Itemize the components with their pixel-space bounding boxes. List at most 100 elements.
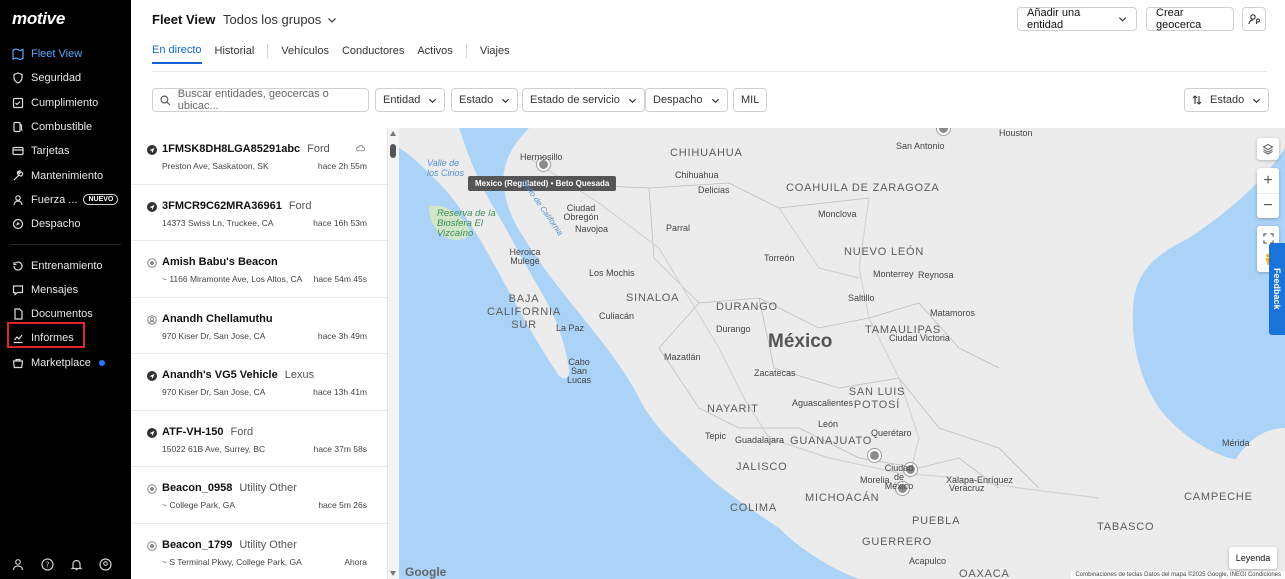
state-label: CHIHUAHUA (670, 147, 743, 159)
sidebar-item-mantenimiento[interactable]: Mantenimiento (0, 163, 131, 187)
city-label: Acapulco (909, 556, 947, 566)
state-label: COAHUILA DE ZARAGOZA (786, 182, 940, 194)
sidebar-item-tarjetas[interactable]: Tarjetas (0, 139, 131, 163)
entity-address: 970 Kiser Dr, San Jose, CA (162, 387, 266, 397)
list-item[interactable]: Anandh's VG5 Vehicle Lexus 970 Kiser Dr, … (131, 354, 387, 411)
tab-divider (267, 44, 269, 58)
zoom-control: + − (1257, 168, 1279, 218)
bell-icon[interactable] (70, 558, 83, 571)
sidebar-item-combustible[interactable]: Combustible (0, 115, 131, 139)
sidebar-item-label: Combustible (31, 121, 93, 134)
service-state-filter[interactable]: Estado de servicio (522, 88, 645, 112)
tab-viajes[interactable]: Viajes (480, 45, 510, 63)
country-label: México (768, 331, 833, 352)
scroll-thumb[interactable] (390, 144, 396, 158)
state-filter-label: Estado (459, 94, 494, 106)
tab-historial[interactable]: Historial (215, 45, 255, 63)
sidebar-item-label: Fleet View (31, 48, 83, 61)
map-attribution[interactable]: Combinaciones de teclas Datos del mapa ©… (1071, 571, 1285, 579)
city-label: Querétaro (871, 428, 912, 438)
group-selector[interactable]: Todos los grupos (223, 12, 337, 27)
account-icon[interactable] (99, 558, 112, 571)
water-label: Valle de los Cirios (427, 158, 465, 178)
zoom-out-button[interactable]: − (1257, 193, 1279, 218)
entity-name: Beacon_0958 Utility Other (162, 482, 297, 494)
list-item[interactable]: ATF-VH-150 Ford 15022 61B Ave, Surrey, BC… (131, 411, 387, 467)
state-label: NAYARIT (707, 403, 759, 415)
list-scrollbar[interactable] (388, 128, 399, 579)
user-settings-icon[interactable] (12, 558, 25, 571)
sidebar-item-label: Cumplimiento (31, 96, 99, 109)
app-logo[interactable]: motive (12, 9, 65, 29)
sidebar-item-fuerza[interactable]: Fuerza ... NUEVO (0, 188, 131, 212)
state-filter[interactable]: Estado (451, 88, 519, 112)
tab-conductores[interactable]: Conductores (342, 45, 404, 63)
city-label: Chihuahua (675, 170, 719, 180)
entity-filter[interactable]: Entidad (375, 88, 446, 112)
list-item[interactable]: Beacon_0958 Utility Other ~ College Park,… (131, 467, 387, 524)
chevron-down-icon (502, 98, 510, 103)
chevron-down-icon (429, 98, 437, 103)
search-input[interactable]: Buscar entidades, geocercas o ubicac... (152, 88, 369, 112)
city-label: Xalapa-Enríquez (946, 475, 1014, 485)
scroll-down-arrow[interactable] (390, 571, 396, 576)
person-icon (12, 194, 24, 206)
city-label: Monclova (818, 209, 857, 219)
state-label: MICHOACÁN (805, 492, 880, 504)
tab-vehiculos[interactable]: Vehículos (281, 45, 329, 63)
dispatch-filter[interactable]: Despacho (645, 88, 728, 112)
sidebar-item-marketplace[interactable]: Marketplace (0, 351, 131, 375)
list-item[interactable]: 3FMCR9C62MRA36961 Ford 14373 Swiss Ln, Tr… (131, 185, 387, 241)
tab-activos[interactable]: Activos (417, 45, 452, 63)
entity-time: hace 5m 26s (318, 500, 367, 510)
list-item[interactable]: Anandh Chellamuthu 970 Kiser Dr, San Jos… (131, 298, 387, 354)
sidebar-item-seguridad[interactable]: Seguridad (0, 66, 131, 90)
scroll-up-arrow[interactable] (390, 131, 396, 136)
google-logo: Google (405, 565, 447, 579)
city-label: Torreón (764, 253, 795, 263)
vehicle-marker[interactable] (868, 449, 881, 462)
sidebar-item-entrenamiento[interactable]: Entrenamiento (0, 253, 131, 277)
sidebar-item-fleet-view[interactable]: Fleet View (0, 42, 131, 66)
legend-button[interactable]: Leyenda (1229, 547, 1277, 569)
city-label: León (818, 419, 839, 429)
chevron-down-icon (1118, 17, 1127, 22)
add-entity-button[interactable]: Añadir una entidad (1017, 7, 1137, 31)
city-label: Durango (716, 324, 751, 334)
city-label: Ciudad Victoria (889, 333, 950, 343)
city-label: Parral (666, 223, 691, 233)
list-item[interactable]: Amish Babu's Beacon ~ 1166 Miramonte Ave… (131, 241, 387, 298)
zoom-in-button[interactable]: + (1263, 168, 1272, 193)
sidebar-item-despacho[interactable]: Despacho (0, 212, 131, 236)
mil-filter[interactable]: MIL (733, 88, 768, 112)
sidebar-footer: ? (0, 558, 131, 571)
page-title: Fleet View (152, 12, 216, 27)
entity-name: Anandh Chellamuthu (162, 312, 273, 325)
user-location-button[interactable] (1242, 7, 1266, 31)
beacon-icon (147, 257, 157, 268)
sidebar-item-mensajes[interactable]: Mensajes (0, 278, 131, 302)
list-item[interactable]: 1FMSK8DH8LGA85291abc Ford Preston Ave, Sa… (131, 128, 387, 185)
entity-name: 1FMSK8DH8LGA85291abc Ford (162, 143, 330, 155)
entity-time: hace 13h 41m (313, 387, 367, 397)
map-canvas[interactable]: Mexico (Regulated) • Beto Quesada CHIHUA… (399, 128, 1285, 579)
card-icon (12, 145, 24, 157)
create-geofence-button[interactable]: Crear geocerca (1146, 7, 1234, 31)
sidebar-item-cumplimiento[interactable]: Cumplimiento (0, 91, 131, 115)
sort-button[interactable]: Estado (1184, 88, 1270, 112)
dispatch-icon (12, 218, 24, 230)
city-label: Hermosillo (520, 152, 563, 162)
tab-en-directo[interactable]: En directo (152, 44, 202, 64)
list-item[interactable]: Beacon_1799 Utility Other ~ S Terminal Pk… (131, 524, 387, 579)
city-label: Saltillo (848, 293, 875, 303)
entity-address: 15022 61B Ave, Surrey, BC (162, 443, 266, 454)
sidebar-item-label: Mensajes (31, 283, 79, 296)
city-label: Aguascalientes (792, 398, 854, 408)
help-icon[interactable]: ? (41, 558, 54, 571)
state-label: OAXACA (959, 568, 1010, 579)
fuel-icon (12, 121, 24, 133)
map-layers-button[interactable] (1257, 138, 1279, 160)
page-header: Fleet View Todos los grupos Añadir una e… (131, 0, 1285, 72)
entity-name: ATF-VH-150 Ford (162, 425, 254, 438)
feedback-tab[interactable]: Feedback (1269, 243, 1285, 335)
